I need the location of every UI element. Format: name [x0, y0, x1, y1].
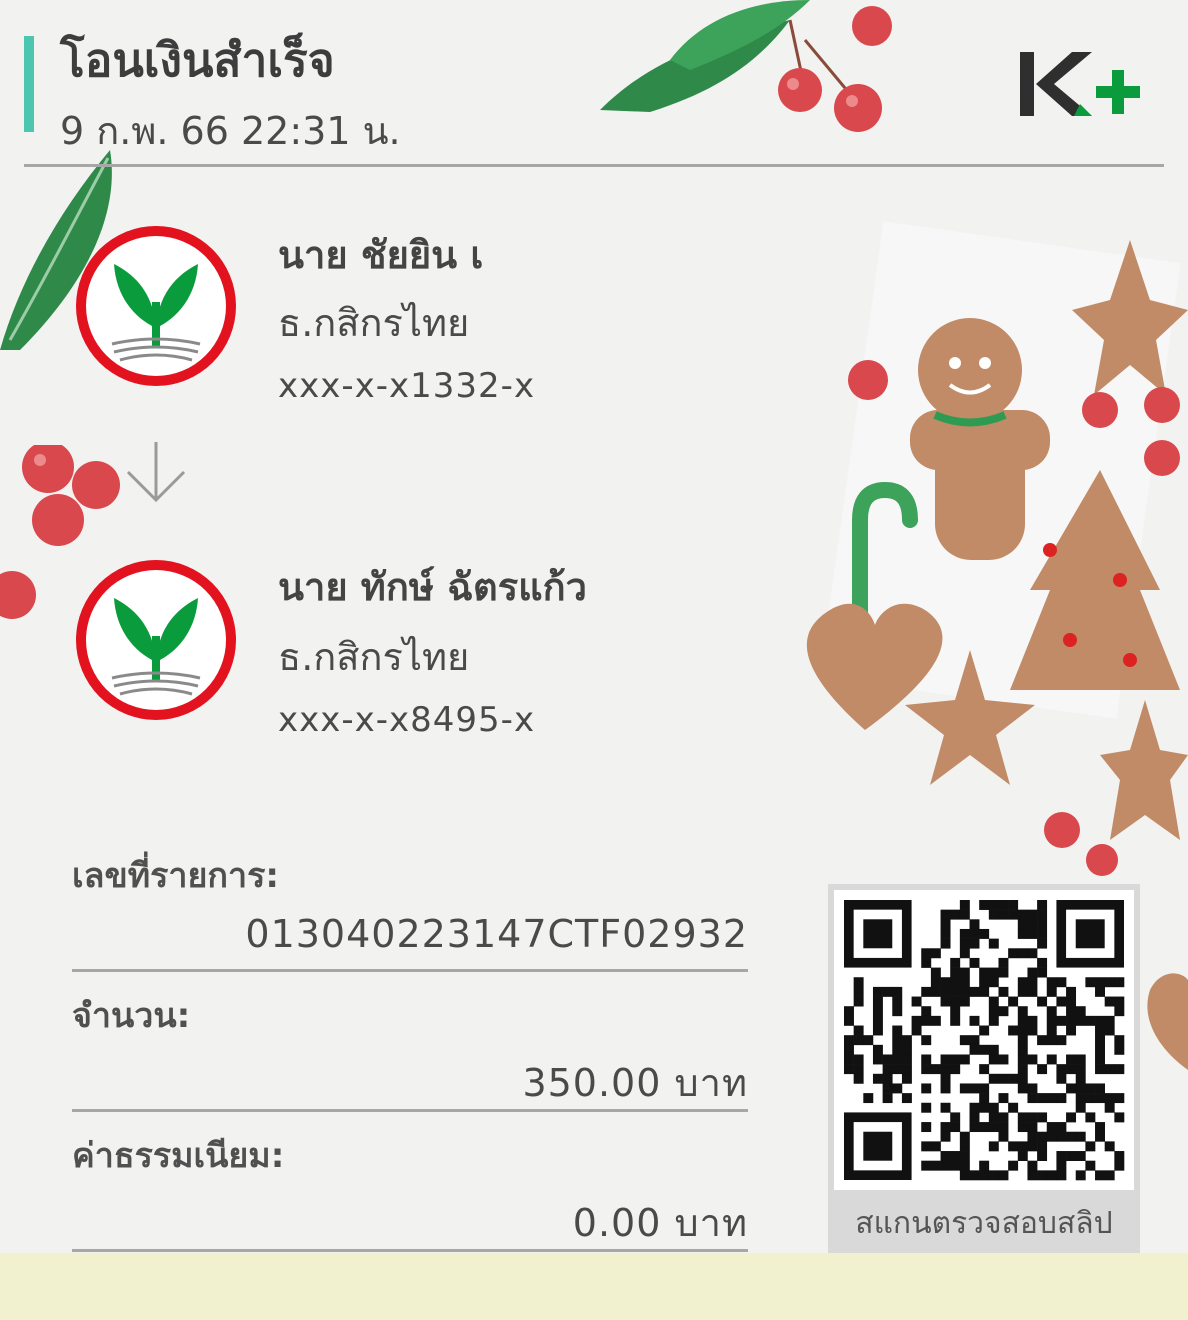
qr-code-icon [844, 900, 1125, 1181]
ref-label: เลขที่รายการ: [72, 856, 279, 896]
fee-divider [72, 1249, 748, 1252]
ref-value: 013040223147CTF02932 [245, 912, 748, 956]
qr-code-container [834, 890, 1134, 1190]
sender-name: นาย ชัยยิน เ [278, 233, 484, 277]
receiver-name: นาย ทักษ์ ฉัตรแก้ว [278, 565, 587, 609]
sender-account: xxx-x-x1332-x [278, 366, 536, 406]
page-title: โอนเงินสำเร็จ [60, 33, 335, 87]
footer-band [0, 1253, 1188, 1320]
transaction-datetime: 9 ก.พ. 66 22:31 น. [60, 109, 401, 153]
gingerbread-cookies-decoration [806, 221, 1188, 876]
holly-decoration-top [600, 0, 892, 132]
amount-label: จำนวน: [72, 996, 191, 1036]
fee-label: ค่าธรรมเนียม: [72, 1136, 285, 1176]
receiver-bank-logo-icon [76, 560, 236, 720]
header-accent-bar [24, 36, 34, 132]
header-divider [24, 164, 1164, 167]
cookie-fragment-right [1147, 960, 1188, 1070]
sender-bank-logo-icon [76, 226, 236, 386]
qr-verify-panel[interactable]: สแกนตรวจสอบสลิป [828, 884, 1140, 1256]
receiver-account: xxx-x-x8495-x [278, 700, 536, 740]
amount-divider [72, 1109, 748, 1112]
sender-bank: ธ.กสิกรไทย [278, 301, 470, 345]
receiver-bank: ธ.กสิกรไทย [278, 635, 470, 679]
qr-caption: สแกนตรวจสอบสลิป [855, 1206, 1113, 1241]
amount-value: 350.00 บาท [522, 1061, 748, 1105]
ref-divider [72, 969, 748, 972]
fee-value: 0.00 บาท [572, 1201, 748, 1245]
kplus-logo-icon [1020, 52, 1140, 116]
arrow-down-icon [126, 442, 186, 503]
